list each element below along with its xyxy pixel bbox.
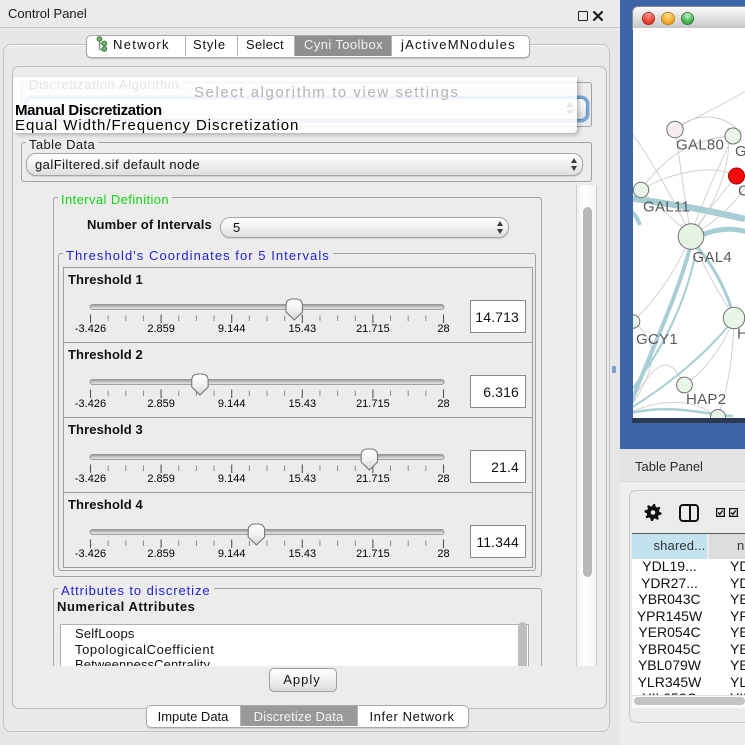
svg-text:GCY1: GCY1 <box>636 331 678 348</box>
svg-text:C: C <box>738 183 745 200</box>
svg-text:HAP2: HAP2 <box>686 391 726 408</box>
svg-text:G.: G. <box>735 143 745 160</box>
svg-text:GAL11: GAL11 <box>643 199 690 216</box>
svg-text:GAL4: GAL4 <box>693 249 733 266</box>
svg-text:H: H <box>737 326 745 343</box>
svg-text:GAL80: GAL80 <box>676 137 724 154</box>
